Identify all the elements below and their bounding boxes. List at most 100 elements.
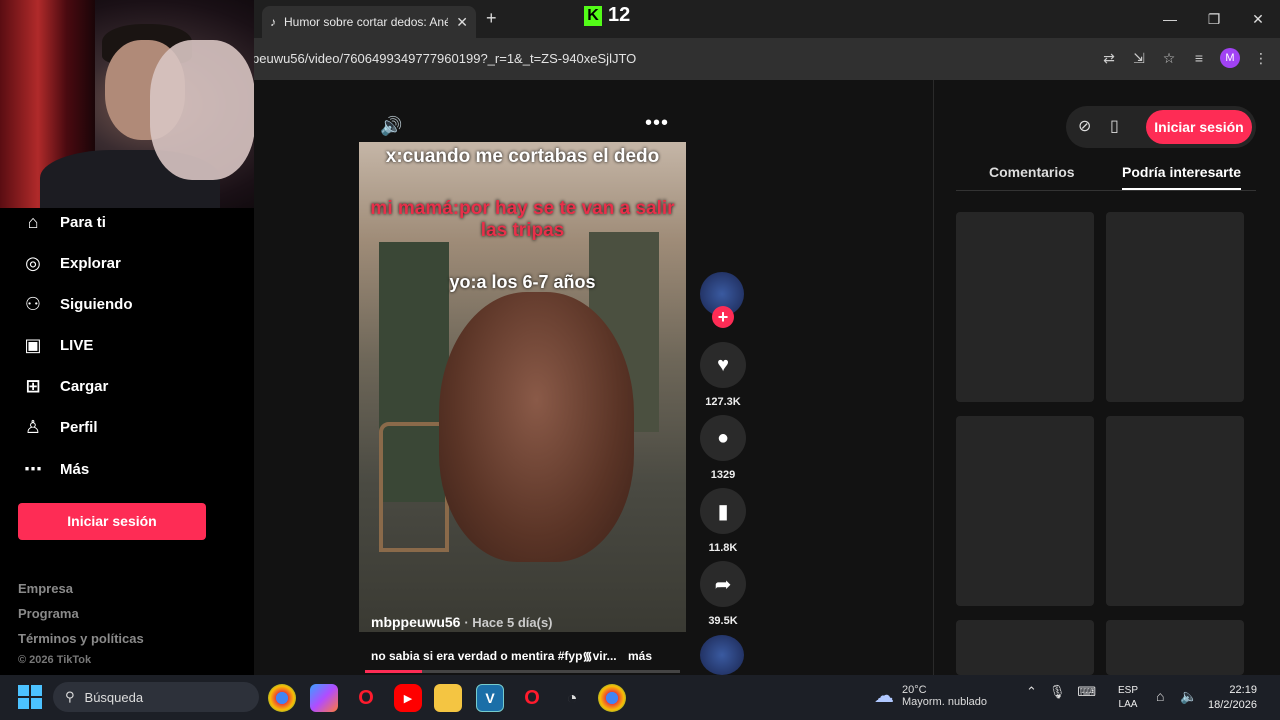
suggested-video-thumbnail[interactable] bbox=[1106, 212, 1244, 402]
video-options-icon[interactable]: ••• bbox=[645, 112, 669, 135]
sidebar-item-mas[interactable]: ⋯ Más bbox=[22, 458, 89, 480]
sidebar-item-live[interactable]: ▣ LIVE bbox=[22, 334, 93, 356]
footer-link-empresa[interactable]: Empresa bbox=[18, 581, 73, 596]
youtube-icon[interactable]: ▶ bbox=[394, 684, 422, 712]
kick-overlay-count: 12 bbox=[608, 4, 631, 26]
compass-icon: ◎ bbox=[25, 252, 41, 273]
comment-action[interactable]: ● 1329 bbox=[700, 415, 746, 481]
browser-menu-icon[interactable]: ⋮ bbox=[1252, 48, 1270, 68]
video-caption-1: x:cuando me cortabas el dedo bbox=[385, 146, 660, 167]
chrome-profile-icon[interactable] bbox=[598, 684, 626, 712]
comment-icon[interactable]: ● bbox=[700, 415, 746, 461]
sidebar-item-perfil[interactable]: ♙ Perfil bbox=[22, 416, 98, 438]
video-author[interactable]: mbppeuwu56 bbox=[371, 614, 460, 630]
sidebar-item-label: Explorar bbox=[60, 254, 121, 272]
profile-icon: ♙ bbox=[24, 416, 42, 437]
header-login-button[interactable]: Iniciar sesión bbox=[1146, 110, 1252, 144]
save-action[interactable]: ▮ 11.8K bbox=[700, 488, 746, 554]
heart-icon[interactable]: ♥ bbox=[700, 342, 746, 388]
video-caption-3: yo:a los 6-7 años bbox=[449, 272, 596, 292]
suggested-video-thumbnail[interactable] bbox=[1106, 416, 1244, 606]
keyboard-icon[interactable]: ⌨ bbox=[1077, 684, 1096, 700]
video-player[interactable]: x:cuando me cortabas el dedo mi mamá:por… bbox=[359, 142, 686, 632]
kick-logo-icon: K bbox=[584, 5, 602, 26]
copilot-icon[interactable] bbox=[310, 684, 338, 712]
clock-date: 18/2/2026 bbox=[1208, 699, 1257, 711]
tab-comentarios[interactable]: Comentarios bbox=[989, 164, 1075, 180]
weather-widget[interactable]: ☁ 20°C Mayorm. nublado bbox=[874, 683, 987, 708]
sidebar-item-cargar[interactable]: ⊞ Cargar bbox=[22, 375, 108, 397]
weather-desc: Mayorm. nublado bbox=[902, 695, 987, 708]
share-icon[interactable]: ➦ bbox=[700, 561, 746, 607]
next-creator-avatar-image bbox=[700, 635, 744, 675]
taskbar-search[interactable]: ⚲ Búsqueda bbox=[53, 682, 259, 712]
weather-temp: 20°C bbox=[902, 683, 927, 696]
bookmark-star-icon[interactable]: ☆ bbox=[1160, 48, 1178, 68]
sidebar-item-explorar[interactable]: ◎ Explorar bbox=[22, 252, 121, 274]
sidebar-login-button[interactable]: Iniciar sesión bbox=[18, 503, 206, 540]
like-count: 127.3K bbox=[705, 396, 741, 408]
share-count: 39.5K bbox=[708, 615, 738, 627]
comment-count: 1329 bbox=[710, 469, 736, 481]
suggested-video-thumbnail[interactable] bbox=[956, 416, 1094, 606]
url-field[interactable]: peuwu56/video/7606499349777960199?_r=1&_… bbox=[252, 51, 636, 66]
network-icon[interactable]: ⌂ bbox=[1156, 688, 1164, 704]
live-icon: ▣ bbox=[24, 334, 42, 355]
copyright: © 2026 TikTok bbox=[18, 654, 92, 666]
close-window-button[interactable]: ✕ bbox=[1236, 0, 1280, 38]
video-description-line: no sabia si era verdad o mentira #fyp᯾vi… bbox=[371, 647, 652, 664]
opera-gx-icon[interactable]: O bbox=[518, 684, 546, 712]
new-tab-button[interactable]: + bbox=[486, 8, 497, 29]
language-indicator[interactable]: ESP LAA bbox=[1118, 684, 1138, 712]
coin-icon[interactable]: ⊘ bbox=[1078, 116, 1091, 136]
suggested-video-thumbnail[interactable] bbox=[956, 620, 1094, 675]
clock[interactable]: 22:19 18/2/2026 bbox=[1208, 683, 1257, 713]
speaker-icon[interactable]: 🔈 bbox=[1180, 688, 1197, 705]
kick-overlay: K 12 bbox=[584, 4, 630, 27]
suggested-video-thumbnail[interactable] bbox=[956, 212, 1094, 402]
more-link[interactable]: más bbox=[628, 649, 652, 663]
obs-icon[interactable]: ◔ bbox=[558, 684, 586, 712]
close-tab-icon[interactable]: ✕ bbox=[456, 14, 468, 31]
video-caption-2: mi mamá:por hay se te van a salir las tr… bbox=[370, 198, 675, 241]
layout-code: LAA bbox=[1118, 699, 1138, 710]
sidebar-item-label: LIVE bbox=[60, 336, 94, 354]
share-action[interactable]: ➦ 39.5K bbox=[700, 561, 746, 627]
tab-title: Humor sobre cortar dedos: Ané bbox=[284, 15, 449, 29]
tab-podria-interesarte[interactable]: Podría interesarte bbox=[1122, 164, 1242, 190]
bookmark-icon[interactable]: ▮ bbox=[700, 488, 746, 534]
translate-icon[interactable]: ⇄ bbox=[1100, 48, 1118, 68]
media-queue-icon[interactable]: ≡ bbox=[1190, 48, 1208, 68]
sidebar-item-label: Más bbox=[60, 460, 90, 478]
sidebar-item-label: Siguiendo bbox=[60, 295, 133, 313]
address-bar-actions: ⇄ ⇲ ☆ ≡ M ⋮ bbox=[1100, 48, 1270, 68]
search-icon: ⚲ bbox=[65, 689, 75, 704]
volume-icon[interactable]: 🔊 bbox=[380, 116, 402, 137]
file-explorer-icon[interactable] bbox=[434, 684, 462, 712]
footer-link-programa[interactable]: Programa bbox=[18, 606, 79, 621]
like-action[interactable]: ♥ 127.3K bbox=[700, 342, 746, 408]
video-author-line: mbppeuwu56 · Hace 5 día(s) bbox=[371, 614, 553, 630]
language-code: ESP bbox=[1118, 685, 1139, 696]
sidebar-item-para-ti[interactable]: ⌂ Para ti bbox=[22, 211, 106, 233]
chrome-icon[interactable] bbox=[268, 684, 296, 712]
next-creator-avatar[interactable] bbox=[700, 635, 746, 675]
video-progress-bar[interactable] bbox=[365, 670, 680, 673]
follow-plus-icon[interactable]: + bbox=[712, 306, 734, 328]
footer-link-terminos[interactable]: Términos y políticas bbox=[18, 631, 144, 646]
suggested-video-thumbnail[interactable] bbox=[1106, 620, 1244, 675]
minimize-button[interactable]: — bbox=[1148, 0, 1192, 38]
save-count: 11.8K bbox=[708, 542, 738, 554]
microphone-icon[interactable]: 🎙 bbox=[1049, 684, 1066, 700]
vegas-icon[interactable]: V bbox=[476, 684, 504, 712]
chevron-up-icon[interactable]: ⌃ bbox=[1026, 684, 1037, 700]
opera-icon[interactable]: O bbox=[352, 684, 380, 712]
browser-tab[interactable]: ♪ Humor sobre cortar dedos: Ané ✕ bbox=[262, 6, 476, 38]
profile-avatar[interactable]: M bbox=[1220, 48, 1240, 68]
sidebar-item-siguiendo[interactable]: ⚇ Siguiendo bbox=[22, 293, 133, 315]
video-meme-face bbox=[439, 292, 634, 562]
restore-button[interactable]: ❐ bbox=[1192, 0, 1236, 38]
windows-start-icon[interactable] bbox=[18, 685, 42, 709]
device-icon[interactable]: ▯ bbox=[1110, 116, 1119, 136]
install-app-icon[interactable]: ⇲ bbox=[1130, 48, 1148, 68]
